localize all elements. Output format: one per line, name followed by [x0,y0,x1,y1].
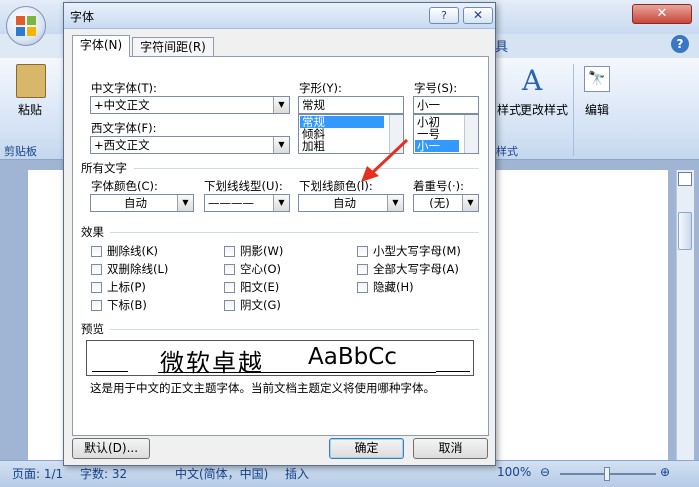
font-size-list-scrollbar[interactable] [464,115,478,153]
set-default-button[interactable]: 默认(D)... [72,438,150,459]
emboss-label[interactable]: 阳文(E) [240,279,279,295]
strikethrough-checkbox[interactable] [91,246,102,257]
dialog-title: 字体 [70,10,95,24]
font-style-input[interactable]: 常规 [298,96,404,114]
zoom-level[interactable]: 100% [497,465,531,479]
preview-underline-right [436,371,470,372]
outline-label[interactable]: 空心(O) [240,261,281,277]
ribbon-tab-tools[interactable]: 具 [495,36,508,55]
all-caps-checkbox[interactable] [357,264,368,275]
font-style-label: 字形(Y): [299,81,342,95]
tab-font[interactable]: 字体(N) [72,35,130,57]
font-size-input[interactable]: 小一 [413,96,479,114]
preview-box [86,340,474,376]
dialog-close-button[interactable]: ✕ [463,7,493,24]
shadow-label[interactable]: 阴影(W) [240,243,283,259]
ok-button[interactable]: 确定 [329,438,404,459]
western-font-value: +西文正文 [94,138,150,152]
underline-color-dropdown-icon[interactable]: ▼ [387,195,403,211]
western-font-label: 西文字体(F): [91,121,157,135]
strikethrough-label[interactable]: 删除线(K) [107,243,158,259]
font-color-dropdown-icon[interactable]: ▼ [177,195,193,211]
status-page[interactable]: 页面: 1/1 [12,465,63,482]
font-size-value: 小一 [417,98,440,112]
font-color-label: 字体颜色(C): [91,179,158,193]
change-styles-icon[interactable]: A [522,64,562,98]
western-font-dropdown-icon[interactable]: ▼ [273,137,289,153]
all-text-section-label: 所有文字 [81,161,127,175]
font-size-list[interactable]: 小初 一号 小一 [413,114,479,154]
superscript-checkbox[interactable] [91,282,102,293]
emphasis-mark-value: (无) [429,196,450,210]
double-strikethrough-label[interactable]: 双删除线(L) [107,261,168,277]
binoculars-icon[interactable]: 🔭 [584,66,610,92]
section-divider [110,232,479,233]
annotation-arrow-icon [361,138,409,182]
help-icon[interactable]: ? [671,35,689,53]
effects-section-label: 效果 [81,225,104,239]
chinese-font-select[interactable]: +中文正文 [90,96,290,114]
font-style-value: 常规 [302,98,325,112]
preview-underline-left [92,371,128,372]
tab-character-spacing[interactable]: 字符间距(R) [132,37,214,58]
chinese-font-value: +中文正文 [94,98,150,112]
status-language[interactable]: 中文(简体，中国) [175,465,268,482]
chinese-font-label: 中文字体(T): [91,81,157,95]
paste-button-label[interactable]: 粘贴 [18,101,42,118]
underline-type-label: 下划线线型(U): [204,179,283,193]
underline-type-dropdown-icon[interactable]: ▼ [273,195,289,211]
shadow-checkbox[interactable] [224,246,235,257]
dialog-help-button[interactable]: ? [429,7,459,24]
change-styles-button-label[interactable]: 更改样式 [520,101,568,118]
hidden-checkbox[interactable] [357,282,368,293]
zoom-slider-thumb[interactable] [604,467,610,481]
styles-group-label: 样式 [496,145,518,158]
office-logo-icon [16,16,36,36]
emboss-checkbox[interactable] [224,282,235,293]
underline-color-value: 自动 [333,196,356,210]
ribbon-divider [573,64,574,156]
ribbon-tabs [495,34,699,58]
preview-description: 这是用于中文的正文主题字体。当前文档主题定义将使用哪种字体。 [90,381,435,395]
emphasis-mark-label: 着重号(·): [413,179,465,193]
double-strikethrough-checkbox[interactable] [91,264,102,275]
window-close-button[interactable]: ✕ [632,4,692,24]
engrave-label[interactable]: 阴文(G) [240,297,281,313]
preview-section-label: 预览 [81,322,104,336]
styles-button-label[interactable]: 样式 [497,101,521,118]
preview-chinese-text: 微软卓越 [160,349,264,377]
cancel-button[interactable]: 取消 [413,438,488,459]
preview-latin-text: AaBbCc [308,344,397,370]
ruler-toggle-icon[interactable] [678,172,692,186]
chinese-font-dropdown-icon[interactable]: ▼ [273,97,289,113]
underline-type-value: ———— [208,196,254,210]
edit-button-label[interactable]: 编辑 [585,101,609,118]
font-size-option[interactable]: 小一 [415,140,459,152]
subscript-label[interactable]: 下标(B) [107,297,147,313]
outline-checkbox[interactable] [224,264,235,275]
small-caps-label[interactable]: 小型大写字母(M) [373,243,461,259]
emphasis-mark-dropdown-icon[interactable]: ▼ [462,195,478,211]
section-divider [134,168,479,169]
small-caps-checkbox[interactable] [357,246,368,257]
subscript-checkbox[interactable] [91,300,102,311]
font-size-label: 字号(S): [414,81,458,95]
status-word-count[interactable]: 字数: 32 [80,465,127,482]
engrave-checkbox[interactable] [224,300,235,311]
western-font-select[interactable]: +西文正文 [90,136,290,154]
font-dialog: 字体 ? ✕ 字体(N) 字符间距(R) 中文字体(T): +中文正文 ▼ 西文… [63,2,496,466]
section-divider [110,329,479,330]
clipboard-group-label: 剪贴板 [4,145,37,158]
scrollbar-thumb[interactable] [678,212,692,250]
zoom-in-icon[interactable]: ⊕ [660,465,670,479]
all-caps-label[interactable]: 全部大写字母(A) [373,261,459,277]
status-insert-mode[interactable]: 插入 [285,465,309,482]
font-style-option[interactable]: 加粗 [302,140,325,152]
paste-icon[interactable] [16,64,46,98]
superscript-label[interactable]: 上标(P) [107,279,146,295]
font-color-value: 自动 [124,196,147,210]
zoom-out-icon[interactable]: ⊖ [540,465,550,479]
hidden-label[interactable]: 隐藏(H) [373,279,414,295]
